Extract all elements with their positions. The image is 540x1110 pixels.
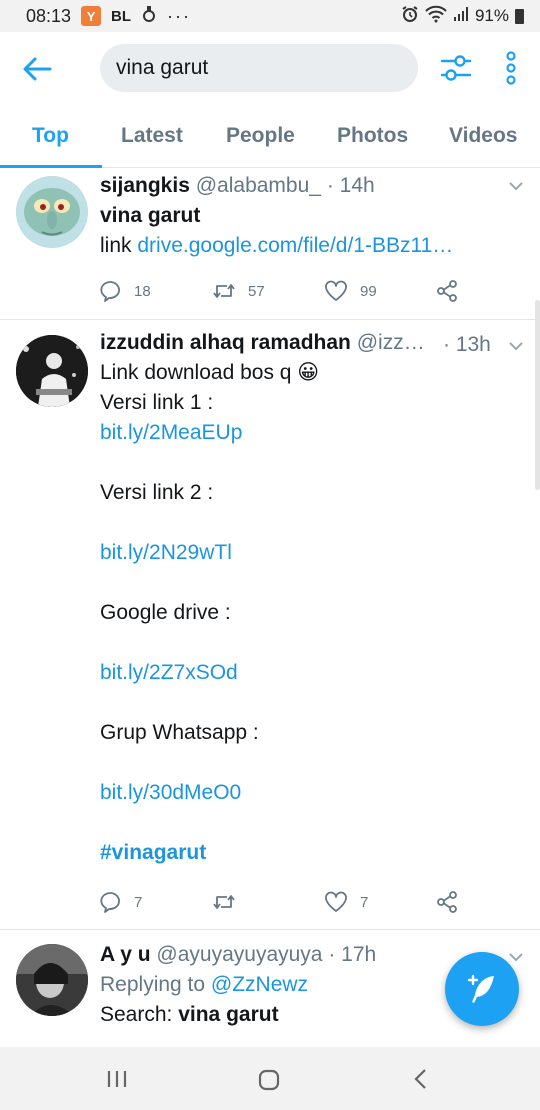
like-button[interactable]: 7 <box>324 891 436 913</box>
chevron-down-icon[interactable] <box>508 181 524 191</box>
tweet-text: link drive.google.com/file/d/1-BBz11… <box>100 231 520 261</box>
recent-apps-icon[interactable] <box>105 1069 129 1089</box>
compose-tweet-button[interactable] <box>445 952 519 1026</box>
search-header: vina garut <box>0 32 540 106</box>
tab-indicator <box>0 165 102 168</box>
wifi-icon <box>425 5 447 28</box>
back-arrow-icon[interactable] <box>22 56 52 82</box>
battery-percent: 91% <box>474 6 509 25</box>
tab-people[interactable]: People <box>226 124 295 148</box>
tweet-link[interactable]: bit.ly/2Z7xSOd <box>100 658 520 688</box>
reply-button[interactable]: 7 <box>100 891 212 913</box>
signal-icon <box>453 6 469 27</box>
timestamp: · 14h <box>326 174 375 197</box>
alarm-icon <box>401 5 419 28</box>
search-label: Search: <box>100 1003 179 1026</box>
share-icon <box>437 891 457 913</box>
chevron-down-icon[interactable] <box>508 341 524 351</box>
search-input[interactable]: vina garut <box>100 44 418 92</box>
status-bar: 08:13 Y BL ··· 91% <box>0 0 540 32</box>
notification-bl-icon: BL <box>111 7 132 25</box>
retweet-icon <box>213 284 235 298</box>
tweet-text-line: Google drive : <box>100 601 231 624</box>
timestamp: · 17h <box>328 943 377 966</box>
tweet-text-line: Versi link 1 : <box>100 391 214 414</box>
share-icon <box>437 280 457 302</box>
handle[interactable]: @izz… <box>357 331 425 354</box>
hashtag-link[interactable]: #vinagarut <box>100 838 520 868</box>
chevron-down-icon[interactable] <box>508 952 524 962</box>
tab-videos[interactable]: Videos <box>449 124 517 148</box>
notification-app-icon <box>141 5 157 28</box>
like-count: 7 <box>360 893 369 911</box>
retweet-button[interactable]: 57 <box>212 281 324 301</box>
search-tabs: Top Latest People Photos Videos <box>0 106 540 168</box>
avatar[interactable] <box>16 944 88 1016</box>
system-nav-bar <box>0 1047 540 1110</box>
system-back-icon[interactable] <box>412 1068 428 1090</box>
tweet-link[interactable]: bit.ly/30dMeO0 <box>100 778 520 808</box>
scrollbar-thumb[interactable] <box>535 300 540 490</box>
tweet-header: sijangkis @alabambu_ · 14h <box>100 171 520 201</box>
display-name[interactable]: sijangkis <box>100 174 190 197</box>
reply-count: 18 <box>134 282 151 300</box>
tweet-text-bold: vina garut <box>100 204 201 227</box>
share-button[interactable] <box>436 891 540 913</box>
timestamp: · 13h <box>443 333 491 356</box>
clock: 08:13 <box>26 5 72 26</box>
tweet-link[interactable]: bit.ly/2MeaEUp <box>100 418 520 448</box>
reply-to-handle[interactable]: @ZzNewz <box>211 973 308 996</box>
tweet-link[interactable]: drive.google.com/file/d/1-BBz11… <box>137 234 453 257</box>
retweet-button[interactable] <box>212 892 324 912</box>
tweet-text-prefix: link <box>100 234 138 257</box>
tweet-actions: 18 57 99 <box>100 280 540 302</box>
notification-y-icon: Y <box>81 6 102 26</box>
retweet-count: 57 <box>248 282 265 300</box>
tab-photos[interactable]: Photos <box>337 124 408 148</box>
tweet-link[interactable]: bit.ly/2N29wTl <box>100 538 520 568</box>
tweet-actions: 7 7 <box>100 891 540 913</box>
retweet-icon <box>213 895 235 909</box>
home-icon[interactable] <box>258 1069 280 1091</box>
feather-plus-icon <box>467 974 494 1003</box>
reply-count: 7 <box>134 893 143 911</box>
tweet-text-line: Grup Whatsapp : <box>100 721 259 744</box>
avatar[interactable] <box>16 335 88 407</box>
overflow-menu-icon[interactable] <box>500 50 522 86</box>
share-button[interactable] <box>436 280 540 302</box>
tweet-text-line: Versi link 2 : <box>100 481 214 504</box>
reply-button[interactable]: 18 <box>100 280 212 302</box>
reply-icon <box>100 281 120 302</box>
like-count: 99 <box>360 282 377 300</box>
battery-icon <box>515 8 524 24</box>
tweet[interactable]: izzuddin alhaq ramadhan @izz… · 13h Link… <box>0 320 540 930</box>
tab-latest[interactable]: Latest <box>121 124 183 148</box>
reply-icon <box>100 892 120 913</box>
heart-icon <box>325 280 347 301</box>
search-filter-icon[interactable] <box>438 50 474 86</box>
avatar[interactable] <box>16 176 88 248</box>
tweet[interactable]: sijangkis @alabambu_ · 14h vina garut li… <box>0 169 540 320</box>
handle[interactable]: @ayuyayuyayuya <box>156 943 322 966</box>
tab-top[interactable]: Top <box>32 124 69 148</box>
replying-to-label: Replying to <box>100 973 211 996</box>
search-term: vina garut <box>178 1003 279 1026</box>
display-name[interactable]: izzuddin alhaq ramadhan <box>100 331 351 354</box>
more-notifications-icon: ··· <box>167 5 192 26</box>
handle[interactable]: @alabambu_ <box>196 174 321 197</box>
like-button[interactable]: 99 <box>324 280 436 302</box>
display-name[interactable]: A y u <box>100 943 151 966</box>
heart-icon <box>325 891 347 912</box>
tweet-text-line: Link download bos q 😀 <box>100 361 320 384</box>
